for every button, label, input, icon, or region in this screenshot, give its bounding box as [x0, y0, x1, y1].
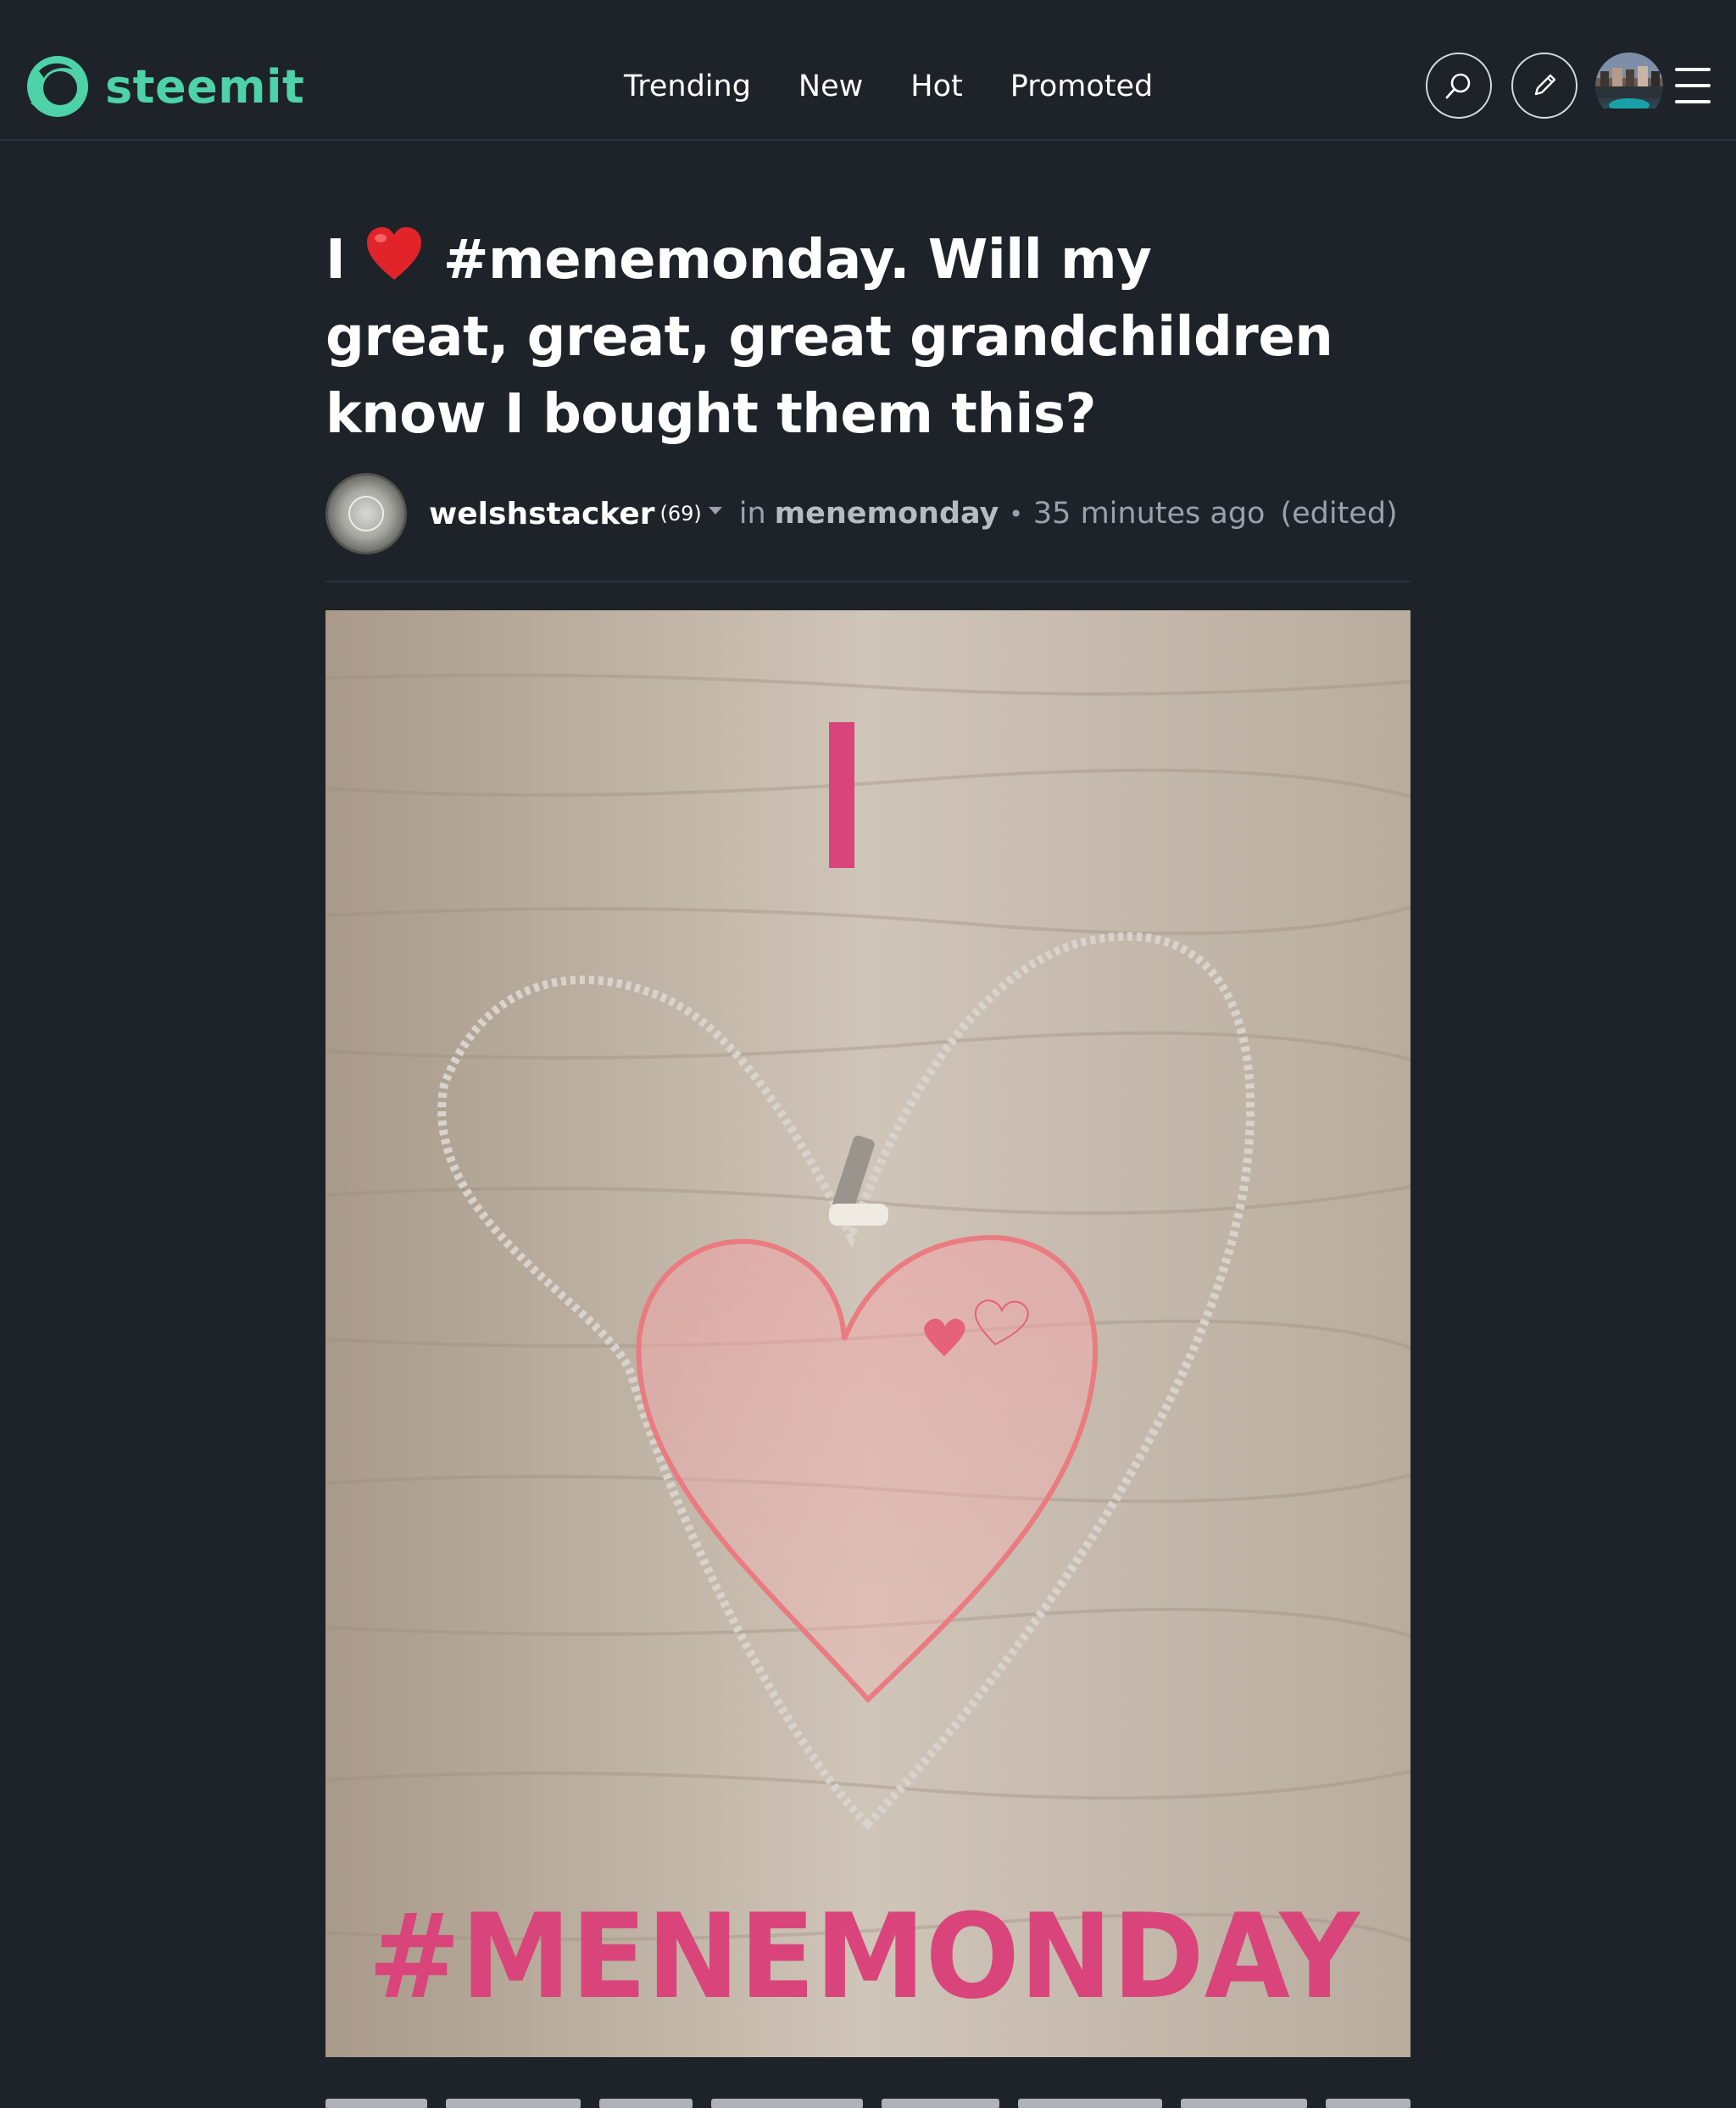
nav-hot[interactable]: Hot — [910, 70, 962, 103]
steemit-logo[interactable]: steemit — [24, 51, 304, 122]
post-title: I #menemonday. Will my great, great, gre… — [326, 222, 1343, 453]
user-avatar[interactable] — [1595, 53, 1663, 120]
author-dropdown-icon[interactable] — [708, 506, 722, 514]
meta-separator: • — [1009, 499, 1023, 528]
write-post-button[interactable] — [1511, 53, 1577, 119]
edited-label: (edited) — [1280, 497, 1398, 531]
in-label: in — [738, 497, 766, 531]
pencil-icon — [1534, 74, 1556, 96]
category-link[interactable]: menemonday — [775, 497, 999, 531]
title-prefix: I — [326, 229, 346, 292]
steemit-logo-icon — [27, 56, 88, 117]
author-link[interactable]: welshstacker — [429, 497, 654, 531]
user-avatar-image — [1595, 53, 1663, 120]
author-avatar[interactable] — [326, 473, 407, 554]
post-image[interactable]: #MENEMONDAY — [326, 610, 1410, 2057]
search-icon — [1445, 73, 1471, 99]
hamburger-icon-line — [1675, 68, 1711, 71]
meta-divider — [326, 581, 1410, 582]
main-nav: Trending New Hot Promoted — [624, 61, 1153, 112]
search-button[interactable] — [1426, 53, 1492, 119]
hamburger-icon-line — [1675, 100, 1711, 103]
brand-name: steemit — [105, 59, 305, 114]
post-body-preview — [326, 2087, 1410, 2108]
post-timestamp[interactable]: 35 minutes ago — [1033, 497, 1266, 531]
author-reputation: (69) — [659, 502, 702, 526]
post-meta: welshstacker (69) in menemonday • 35 min… — [326, 473, 1398, 554]
necklace-heart-photo: #MENEMONDAY — [326, 610, 1410, 2057]
nav-new[interactable]: New — [798, 70, 863, 103]
menu-button[interactable] — [1675, 68, 1711, 103]
top-navigation-bar: steemit Trending New Hot Promoted — [0, 0, 1736, 141]
nav-promoted[interactable]: Promoted — [1010, 70, 1154, 103]
hamburger-icon-line — [1675, 84, 1711, 87]
nav-trending[interactable]: Trending — [624, 70, 751, 103]
image-caption-bottom: #MENEMONDAY — [368, 1888, 1361, 2025]
red-heart-emoji-icon — [367, 227, 422, 280]
title-text: #menemonday. Will my great, great, great… — [326, 229, 1333, 446]
